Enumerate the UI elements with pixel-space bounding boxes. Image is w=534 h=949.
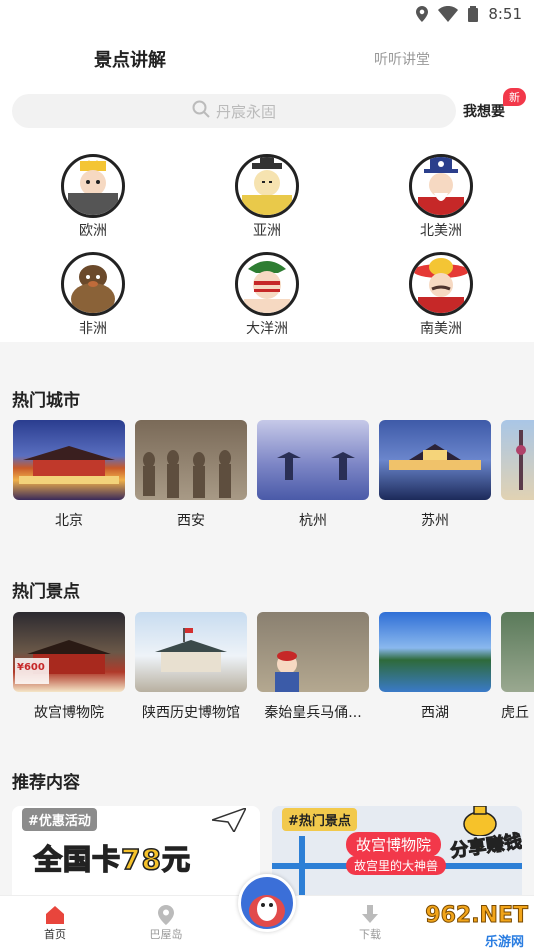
city-card-beijing[interactable]: 北京 (13, 420, 125, 530)
continent-north-america[interactable]: 北美洲 (381, 154, 501, 240)
home-icon (25, 904, 85, 926)
nav-download[interactable]: 下载 (340, 904, 400, 942)
search-row: 丹宸永固 我想要 新 (0, 86, 534, 142)
city-card-xian[interactable]: 西安 (135, 420, 247, 530)
spot-card-shaanxi-museum[interactable]: 陕西历史博物馆 (135, 612, 247, 722)
watermark-brand: 962.NET (425, 903, 529, 929)
city-card-suzhou[interactable]: 苏州 (379, 420, 491, 530)
search-icon (192, 100, 210, 122)
shanghai-photo (501, 420, 534, 500)
xian-photo (135, 420, 247, 500)
oceania-avatar-icon (235, 252, 299, 316)
rec-card-promo[interactable]: #优惠活动 全国卡78元 (12, 806, 260, 898)
tiger-hill-photo (501, 612, 534, 692)
hot-spots-title: 热门景点 (12, 582, 80, 602)
suzhou-photo (379, 420, 491, 500)
new-badge: 新 (503, 88, 526, 106)
tab-scenic-guide[interactable]: 景点讲解 (88, 46, 174, 75)
west-lake-photo (379, 612, 491, 692)
continent-oceania[interactable]: 大洋洲 (207, 252, 327, 338)
nav-home[interactable]: 首页 (25, 904, 85, 942)
continent-asia[interactable]: 亚洲 (207, 154, 327, 240)
africa-avatar-icon (61, 252, 125, 316)
paper-plane-icon (211, 806, 248, 836)
location-icon (136, 904, 196, 926)
hangzhou-photo (257, 420, 369, 500)
battery-icon (468, 6, 479, 22)
clock: 8:51 (488, 5, 522, 23)
location-status-icon (416, 6, 429, 22)
city-card-shanghai[interactable] (501, 420, 534, 510)
beijing-photo (13, 420, 125, 500)
top-tab-bar: 景点讲解 听听讲堂 (0, 30, 534, 86)
north-america-avatar-icon (409, 154, 473, 218)
hot-spot-tag: #热门景点 (282, 808, 357, 831)
rec-headline: 故宫博物院 (346, 832, 442, 857)
money-bag-icon (462, 806, 498, 840)
promo-headline: 全国卡78元 (33, 842, 191, 877)
continent-europe[interactable]: 欧洲 (33, 154, 153, 240)
center-mascot-button[interactable] (238, 874, 296, 932)
wifi-icon (438, 6, 459, 22)
europe-avatar-icon (61, 154, 125, 218)
spot-card-terracotta[interactable]: 秦始皇兵马俑... (257, 612, 369, 722)
tab-lecture-hall[interactable]: 听听讲堂 (374, 49, 430, 69)
palace-museum-photo: ¥600 (13, 612, 125, 692)
continent-grid: 欧洲 亚洲 北美洲 非洲 大洋洲 南美洲 (0, 142, 534, 342)
ticket-price-overlay: ¥600 (17, 662, 45, 673)
download-icon (340, 904, 400, 926)
wish-button[interactable]: 我想要 (463, 101, 505, 121)
site-watermark: 962.NET 乐游网 (394, 901, 534, 949)
bottom-navigation: 首页 巴屋岛 下载 962.NET 乐游网 (0, 874, 534, 949)
continent-south-america[interactable]: 南美洲 (381, 252, 501, 338)
hot-cities-title: 热门城市 (12, 391, 80, 411)
rec-card-hot-spot[interactable]: #热门景点 故宫博物院 故宫里的大神兽 分享赚钱 (272, 806, 522, 898)
status-bar: 8:51 (0, 0, 534, 30)
spot-card-palace-museum[interactable]: ¥600 故宫博物院 (13, 612, 125, 722)
spot-card-tiger-hill[interactable]: 虎丘 (501, 612, 534, 722)
city-card-hangzhou[interactable]: 杭州 (257, 420, 369, 530)
hot-cities-list[interactable]: 北京 西安 杭州 苏州 (0, 420, 534, 560)
rec-subtitle: 故宫里的大神兽 (346, 856, 447, 875)
continent-africa[interactable]: 非洲 (33, 252, 153, 338)
south-america-avatar-icon (409, 252, 473, 316)
watermark-sub: 乐游网 (484, 935, 524, 949)
hot-spots-list[interactable]: ¥600 故宫博物院 陕西历史博物馆 秦始皇兵马俑... 西湖 虎丘 (0, 612, 534, 752)
shaanxi-museum-photo (135, 612, 247, 692)
nav-island[interactable]: 巴屋岛 (136, 904, 196, 942)
spot-card-west-lake[interactable]: 西湖 (379, 612, 491, 722)
search-input[interactable]: 丹宸永固 (12, 94, 456, 128)
terracotta-photo (257, 612, 369, 692)
search-placeholder: 丹宸永固 (215, 102, 276, 121)
asia-avatar-icon (235, 154, 299, 218)
promo-tag: #优惠活动 (22, 808, 97, 831)
recommend-title: 推荐内容 (12, 773, 80, 793)
